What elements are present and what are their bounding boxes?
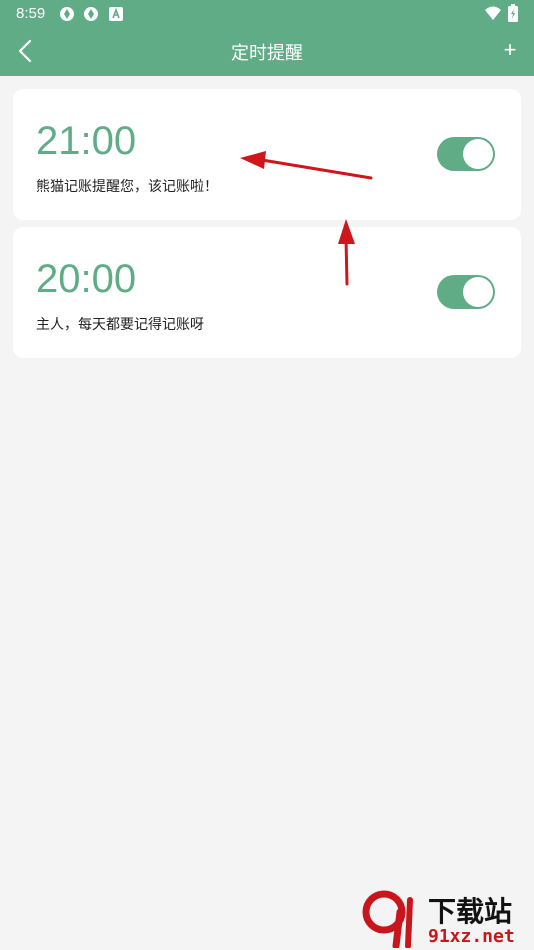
reminder-toggle[interactable]	[437, 275, 495, 309]
watermark-logo-icon	[362, 890, 413, 948]
reminder-time: 21:00	[36, 119, 137, 163]
battery-icon	[508, 4, 518, 22]
app-icon	[60, 7, 74, 21]
wifi-icon	[485, 6, 501, 20]
app-icon	[84, 7, 98, 21]
watermark-url: 91xz.net	[428, 926, 515, 947]
reminder-toggle[interactable]	[437, 137, 495, 171]
toggle-knob	[463, 277, 493, 307]
toggle-knob	[463, 139, 493, 169]
add-reminder-button[interactable]: +	[498, 36, 522, 64]
watermark: 下载站 91xz.net	[362, 888, 534, 950]
reminder-message: 主人，每天都要记得记账呀	[36, 317, 204, 333]
font-icon	[109, 7, 123, 21]
title-bar: 定时提醒 +	[0, 28, 534, 76]
reminder-message: 熊猫记账提醒您，该记账啦！	[36, 179, 218, 195]
status-time: 8:59	[16, 5, 46, 22]
page-title: 定时提醒	[231, 43, 303, 64]
status-bar: 8:59	[0, 0, 534, 28]
watermark-logo-text: 下载站	[428, 895, 513, 928]
app-header: 8:59 定时提醒 +	[0, 0, 534, 76]
reminder-card[interactable]: 20:00 主人，每天都要记得记账呀	[13, 227, 521, 358]
reminder-card[interactable]: 21:00 熊猫记账提醒您，该记账啦！	[13, 89, 521, 220]
reminder-time: 20:00	[36, 257, 137, 301]
